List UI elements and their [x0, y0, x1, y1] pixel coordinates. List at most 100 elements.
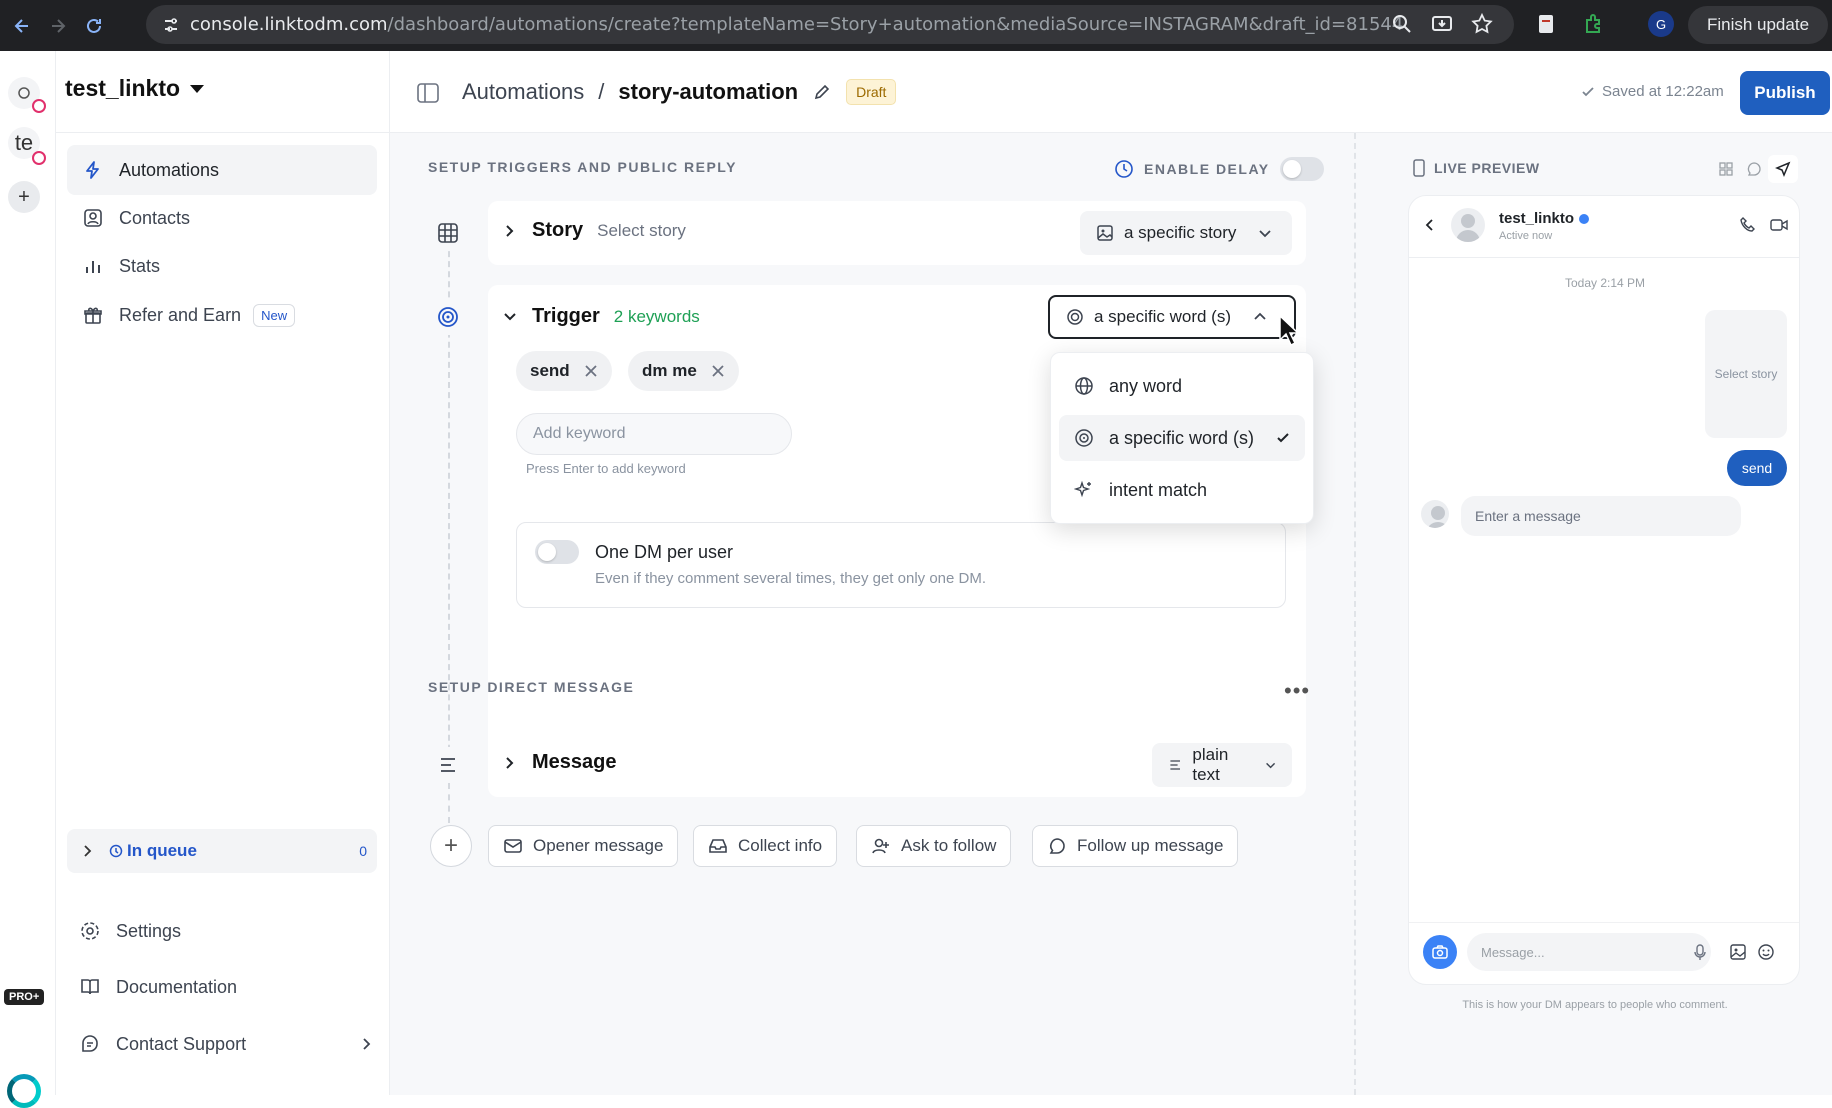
live-preview-panel: LIVE PREVIEW test_linkto Active now Toda…	[1354, 133, 1832, 1095]
check-icon	[1277, 433, 1289, 443]
app-logo-icon	[7, 1074, 41, 1108]
chevron-right-icon	[84, 845, 92, 857]
one-dm-toggle[interactable]	[535, 540, 579, 564]
page-header: Automations / story-automation Draft Sav…	[390, 51, 1832, 133]
sidebar-item-automations[interactable]: Automations	[67, 145, 377, 195]
chevron-right-icon[interactable]	[502, 755, 518, 771]
one-dm-title: One DM per user	[595, 542, 734, 562]
chat-icon	[1049, 838, 1065, 854]
gallery-icon[interactable]	[1729, 943, 1747, 961]
status-badge: Draft	[846, 79, 897, 105]
sparkle-icon	[1073, 479, 1095, 501]
puzzle-extension-icon[interactable]	[1582, 12, 1606, 36]
sent-message-bubble: send	[1727, 450, 1787, 486]
chat-composer: Message...	[1409, 922, 1799, 984]
zoom-icon[interactable]	[1390, 12, 1414, 36]
enable-delay-toggle[interactable]	[1279, 157, 1324, 181]
extension-doc-icon[interactable]	[1534, 12, 1558, 36]
camera-icon	[1432, 945, 1448, 959]
message-card[interactable]: Message plain text	[488, 733, 1306, 797]
install-app-icon[interactable]	[1430, 12, 1454, 36]
breadcrumb: Automations / story-automation Draft	[462, 79, 897, 105]
add-step-button[interactable]: +	[430, 825, 472, 867]
image-icon	[1097, 225, 1113, 241]
add-keyword-input[interactable]: Add keyword	[516, 413, 792, 455]
option-any-word[interactable]: any word	[1059, 363, 1305, 409]
site-info-icon[interactable]	[162, 16, 180, 34]
profile-avatar[interactable]: G	[1648, 11, 1674, 37]
queue-label: In queue	[127, 841, 197, 860]
in-queue-panel[interactable]: In queue 0	[67, 829, 377, 873]
more-options-button[interactable]: •••	[1284, 678, 1310, 704]
trigger-title: Trigger	[532, 305, 600, 327]
publish-button[interactable]: Publish	[1740, 71, 1830, 115]
chevron-right-icon[interactable]	[502, 223, 518, 239]
address-bar[interactable]: console.linktodm.com/dashboard/automatio…	[146, 5, 1514, 44]
story-type-select[interactable]: a specific story	[1080, 211, 1292, 255]
chevron-down-icon[interactable]	[502, 309, 518, 325]
dm-view-tab[interactable]	[1768, 155, 1798, 183]
forward-button[interactable]	[44, 12, 72, 40]
sidebar-item-contacts[interactable]: Contacts	[67, 193, 377, 243]
chat-header: test_linkto Active now	[1409, 196, 1799, 258]
workspace-switcher[interactable]: test_linkto	[65, 75, 205, 102]
chat-timestamp: Today 2:14 PM	[1564, 276, 1646, 290]
arrow-left-icon	[14, 18, 28, 33]
story-step-icon	[430, 215, 466, 251]
video-call-icon[interactable]	[1769, 216, 1789, 234]
story-subtitle: Select story	[597, 220, 686, 240]
ask-to-follow-button[interactable]: Ask to follow	[856, 825, 1012, 867]
sidebar-item-refer[interactable]: Refer and Earn New	[67, 290, 377, 340]
camera-button[interactable]	[1423, 935, 1457, 969]
one-dm-option: One DM per user Even if they comment sev…	[516, 522, 1286, 608]
story-title: Story	[532, 219, 584, 241]
sidebar-item-stats[interactable]: Stats	[67, 241, 377, 291]
chevron-left-icon[interactable]	[1423, 218, 1437, 232]
chevron-down-icon	[1259, 230, 1272, 238]
live-preview-title: LIVE PREVIEW	[1434, 160, 1540, 176]
sidebar-item-contact-support[interactable]: Contact Support	[78, 1024, 378, 1064]
breadcrumb-automations[interactable]: Automations	[462, 79, 584, 105]
opener-message-button[interactable]: Opener message	[488, 825, 679, 867]
text-lines-icon	[1170, 760, 1180, 770]
target-icon	[1067, 309, 1083, 325]
option-specific-word[interactable]: a specific word (s)	[1059, 415, 1305, 461]
message-type-select[interactable]: plain text	[1152, 743, 1292, 787]
star-icon[interactable]	[1470, 12, 1494, 36]
message-step-icon	[430, 747, 466, 783]
reload-button[interactable]	[80, 12, 108, 40]
inbox-icon	[709, 839, 727, 853]
grid-view-icon[interactable]	[1718, 161, 1734, 177]
close-icon[interactable]	[584, 364, 598, 378]
close-icon[interactable]	[711, 364, 725, 378]
phone-call-icon[interactable]	[1739, 216, 1757, 234]
collect-info-button[interactable]: Collect info	[693, 825, 838, 867]
sidebar-item-documentation[interactable]: Documentation	[78, 967, 378, 1007]
trigger-type-select[interactable]: a specific word (s)	[1048, 295, 1296, 339]
sidebar-item-label: Stats	[119, 255, 161, 276]
reply-message-bubble: Enter a message	[1461, 496, 1741, 536]
message-composer-input[interactable]: Message...	[1467, 933, 1711, 971]
emoji-icon[interactable]	[1757, 943, 1775, 961]
chat-username: test_linkto	[1499, 210, 1590, 227]
caret-down-icon	[190, 84, 205, 93]
one-dm-description: Even if they comment several times, they…	[595, 570, 987, 587]
section-title-dm: SETUP DIRECT MESSAGE	[428, 679, 635, 695]
verified-icon	[1579, 213, 1590, 224]
chevron-down-icon	[1265, 762, 1275, 769]
comment-view-icon[interactable]	[1746, 161, 1762, 177]
sidebar-item-settings[interactable]: Settings	[78, 911, 378, 951]
chevron-right-icon	[363, 1038, 371, 1050]
add-account-button[interactable]: +	[8, 181, 40, 213]
finish-update-button[interactable]: Finish update	[1688, 6, 1828, 44]
story-card[interactable]: Story Select story a specific story	[488, 201, 1306, 265]
option-intent-match[interactable]: intent match	[1059, 467, 1305, 513]
pencil-icon[interactable]	[812, 82, 832, 102]
back-button[interactable]	[8, 12, 36, 40]
enable-delay-label: ENABLE DELAY	[1144, 161, 1270, 177]
follow-up-message-button[interactable]: Follow up message	[1032, 825, 1239, 867]
trigger-type-value: a specific word (s)	[1094, 307, 1231, 326]
option-label: any word	[1109, 375, 1183, 396]
microphone-icon[interactable]	[1693, 943, 1707, 961]
sidebar-toggle-icon[interactable]	[416, 81, 440, 105]
